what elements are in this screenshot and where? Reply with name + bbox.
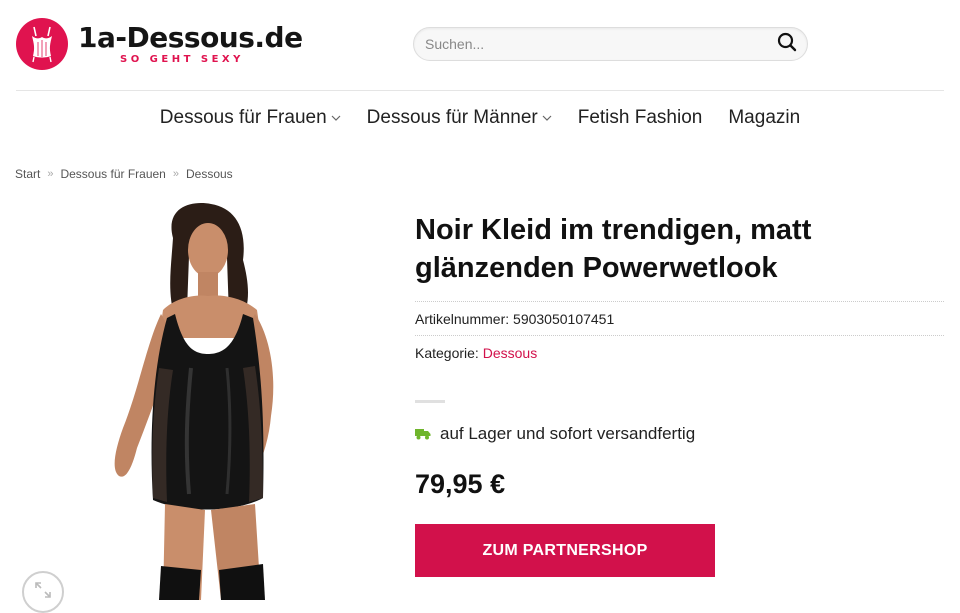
nav-item-magazin[interactable]: Magazin	[728, 107, 800, 129]
corset-icon	[16, 18, 68, 70]
breadcrumb-separator: »	[172, 168, 179, 180]
breadcrumb: Start » Dessous für Frauen » Dessous	[15, 167, 233, 181]
divider	[415, 400, 445, 403]
product-price: 79,95 €	[415, 469, 506, 499]
search-box	[413, 27, 808, 61]
breadcrumb-start[interactable]: Start	[15, 167, 40, 181]
search-input[interactable]	[414, 28, 767, 60]
logo-tagline: SO GEHT SEXY	[120, 54, 244, 65]
category-label: Kategorie:	[415, 345, 479, 361]
partnershop-button[interactable]: ZUM PARTNERSHOP	[415, 524, 715, 577]
divider	[415, 301, 944, 302]
nav-item-label: Magazin	[728, 107, 801, 128]
zoom-button[interactable]	[22, 571, 64, 613]
nav-item-fetish-fashion[interactable]: Fetish Fashion	[578, 107, 703, 129]
stock-status: auf Lager und sofort versandfertig	[415, 424, 695, 444]
divider	[415, 335, 944, 336]
chevron-down-icon	[331, 115, 341, 122]
nav-item-dessous-maenner[interactable]: Dessous für Männer	[367, 107, 552, 129]
sku-value: 5903050107451	[513, 311, 615, 327]
header-divider	[16, 90, 944, 91]
truck-icon	[415, 428, 431, 440]
sku-row: Artikelnummer: 5903050107451	[415, 311, 614, 327]
nav-item-dessous-frauen[interactable]: Dessous für Frauen	[160, 107, 341, 129]
expand-icon	[34, 581, 52, 604]
chevron-down-icon	[542, 115, 552, 122]
breadcrumb-separator: »	[47, 168, 54, 180]
site-logo[interactable]: 1a-Dessous.de SO GEHT SEXY	[16, 18, 303, 70]
nav-item-label: Dessous für Männer	[366, 107, 538, 128]
category-row: Kategorie: Dessous	[415, 345, 537, 361]
breadcrumb-dessous[interactable]: Dessous	[186, 167, 233, 181]
sku-label: Artikelnummer:	[415, 311, 510, 327]
nav-item-label: Fetish Fashion	[577, 107, 703, 128]
logo-name: 1a-Dessous.de	[78, 21, 303, 54]
main-nav: Dessous für Frauen Dessous für Männer Fe…	[0, 100, 960, 136]
search-icon	[777, 32, 797, 57]
product-image[interactable]	[15, 198, 385, 600]
stock-text: auf Lager und sofort versandfertig	[440, 424, 696, 443]
category-link[interactable]: Dessous	[483, 345, 537, 361]
breadcrumb-dessous-frauen[interactable]: Dessous für Frauen	[60, 167, 165, 181]
nav-item-label: Dessous für Frauen	[159, 107, 327, 128]
product-title: Noir Kleid im trendigen, matt glänzenden…	[415, 214, 812, 284]
search-button[interactable]	[767, 28, 807, 60]
